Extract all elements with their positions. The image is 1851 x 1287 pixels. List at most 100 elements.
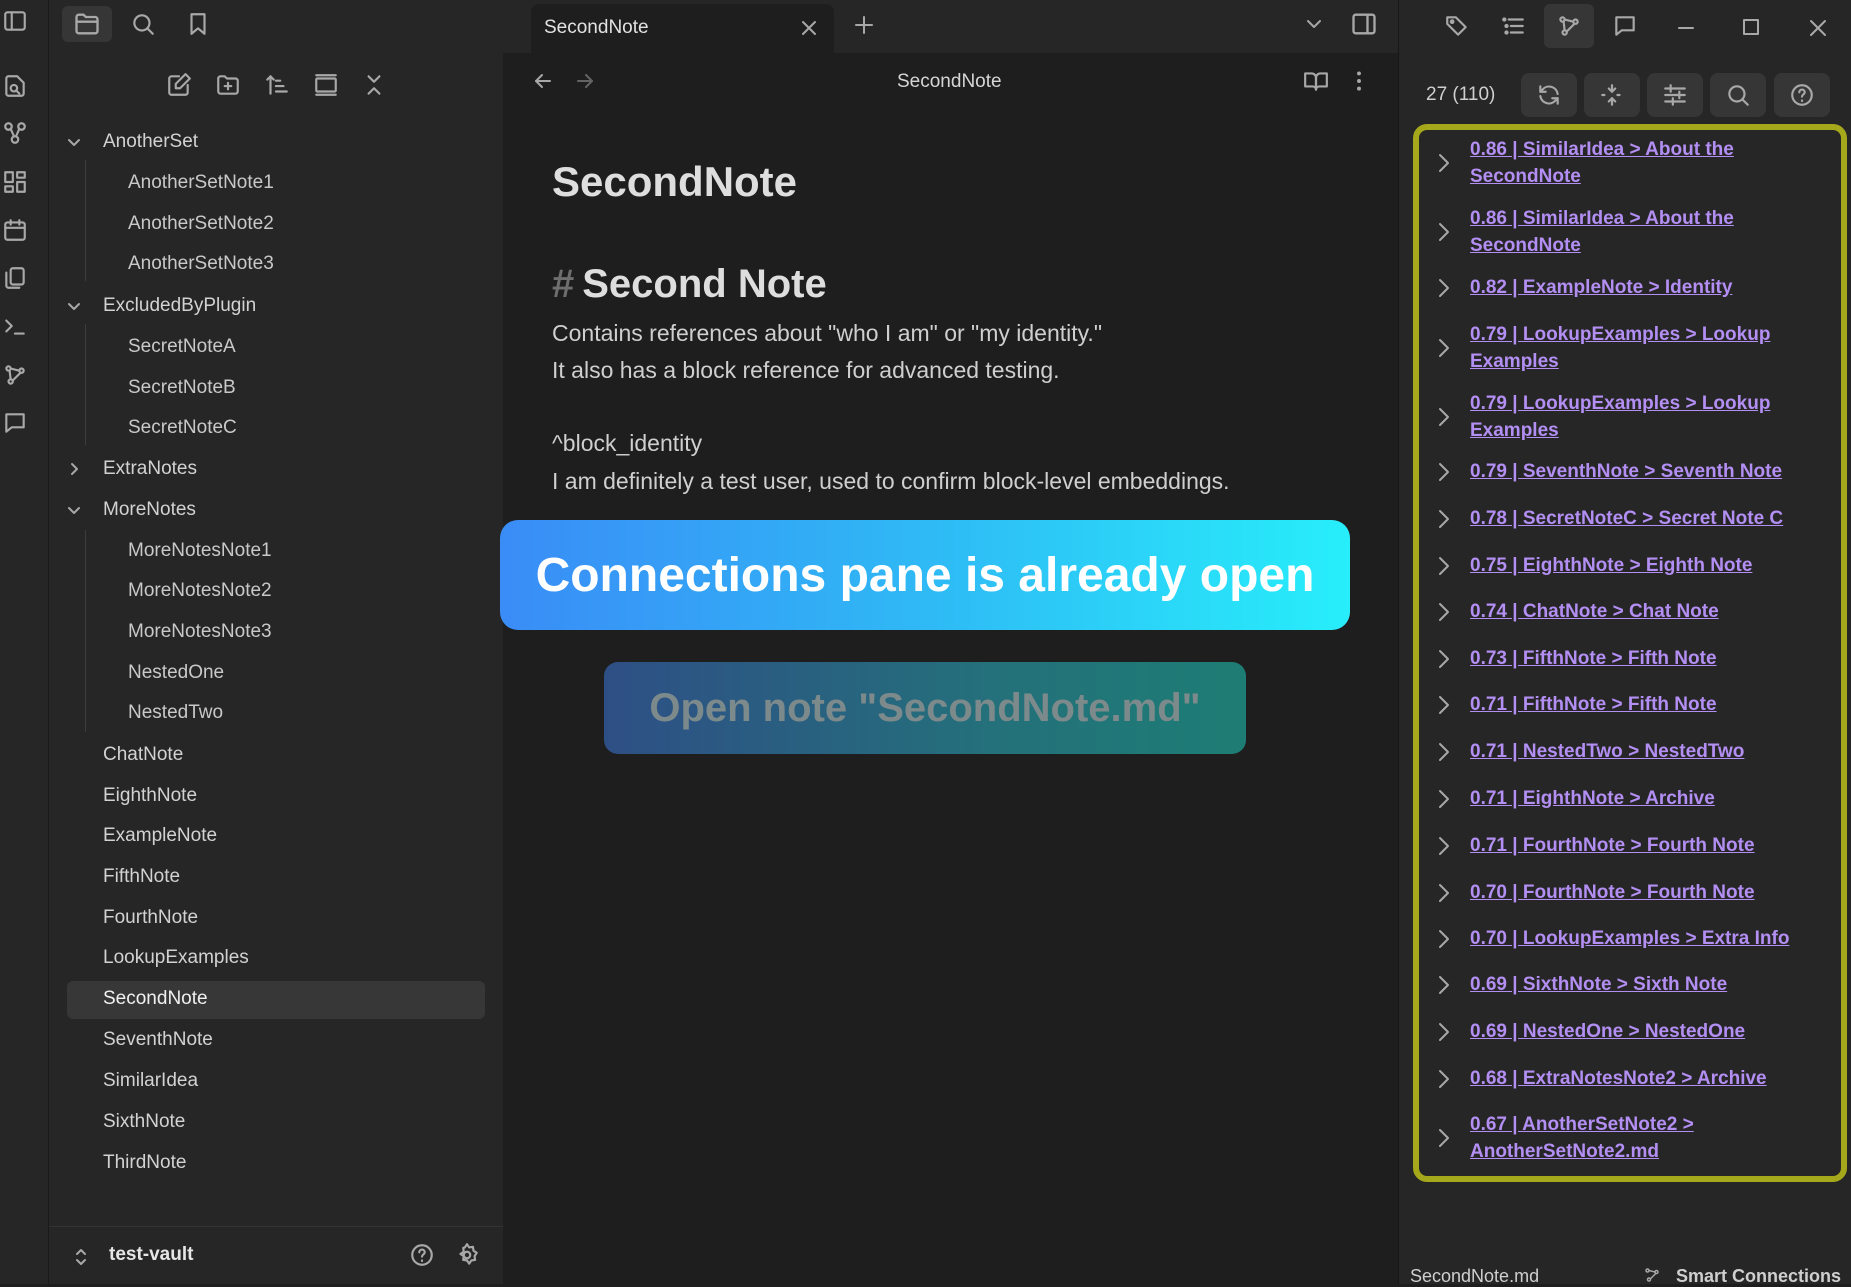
tab-smart-connections[interactable] [1544, 4, 1594, 48]
search-tab[interactable] [118, 6, 168, 42]
connection-link[interactable]: 0.70 | LookupExamples > Extra Info [1470, 925, 1810, 952]
close-tab-icon[interactable] [799, 18, 819, 38]
chevron-right-icon[interactable] [1435, 337, 1453, 359]
smart-connections-icon[interactable] [2, 362, 28, 388]
connection-link[interactable]: 0.74 | ChatNote > Chat Note [1470, 598, 1810, 625]
open-quick-switcher-icon[interactable] [2, 73, 28, 99]
more-options-icon[interactable] [1346, 68, 1372, 94]
connection-result[interactable]: 0.69 | SixthNote > Sixth Note [1415, 971, 1830, 1001]
connection-link[interactable]: 0.69 | SixthNote > Sixth Note [1470, 971, 1810, 998]
connection-result[interactable]: 0.70 | FourthNote > Fourth Note [1415, 879, 1830, 909]
tree-file[interactable]: SimilarIdea [103, 1063, 198, 1099]
connection-link[interactable]: 0.70 | FourthNote > Fourth Note [1470, 879, 1810, 906]
tree-file-active[interactable]: SecondNote [103, 981, 208, 1017]
vault-name[interactable]: test-vault [109, 1244, 193, 1266]
vault-switcher-icon[interactable] [73, 1247, 89, 1267]
connection-link[interactable]: 0.75 | EighthNote > Eighth Note [1470, 552, 1810, 579]
new-note-button[interactable] [162, 68, 196, 102]
connection-link[interactable]: 0.79 | LookupExamples > Lookup Examples [1470, 321, 1810, 375]
connection-result[interactable]: 0.71 | NestedTwo > NestedTwo [1415, 738, 1830, 768]
chevron-right-icon[interactable] [1435, 406, 1453, 428]
close-window-icon[interactable] [1808, 18, 1828, 38]
tree-file[interactable]: SixthNote [103, 1104, 185, 1140]
auto-reveal-button[interactable] [309, 68, 343, 102]
settings-gear-icon[interactable] [454, 1242, 480, 1268]
connection-link[interactable]: 0.86 | SimilarIdea > About the SecondNot… [1470, 205, 1810, 259]
chevron-right-icon[interactable] [1435, 1068, 1453, 1090]
connections-search-button[interactable] [1710, 73, 1766, 117]
tab-chat[interactable] [1600, 4, 1650, 48]
connection-result[interactable]: 0.71 | FourthNote > Fourth Note [1415, 832, 1830, 862]
connection-link[interactable]: 0.68 | ExtraNotesNote2 > Archive [1470, 1065, 1810, 1092]
connections-help-button[interactable] [1774, 73, 1830, 117]
canvas-icon[interactable] [2, 169, 28, 195]
tab-outline[interactable] [1488, 4, 1538, 48]
back-arrow-icon[interactable] [531, 69, 555, 93]
files-tab[interactable] [62, 6, 112, 42]
new-folder-button[interactable] [211, 68, 245, 102]
tree-file[interactable]: ThirdNote [103, 1145, 186, 1181]
maximize-window-icon[interactable] [1742, 18, 1760, 36]
tab-secondnote[interactable]: SecondNote [531, 4, 834, 53]
note-line[interactable]: It also has a block reference for advanc… [552, 357, 1060, 384]
graph-view-icon[interactable] [2, 120, 28, 146]
connection-link[interactable]: 0.71 | FifthNote > Fifth Note [1470, 691, 1810, 718]
tree-file[interactable]: NestedOne [128, 655, 224, 691]
connection-result[interactable]: 0.74 | ChatNote > Chat Note [1415, 598, 1830, 628]
refresh-button[interactable] [1521, 73, 1577, 117]
tree-folder-anotherset[interactable]: AnotherSet [66, 124, 486, 160]
note-line[interactable]: Contains references about "who I am" or … [552, 320, 1102, 347]
chevron-right-icon[interactable] [1435, 508, 1453, 530]
minimize-window-icon[interactable] [1676, 16, 1696, 36]
collapse-all-button[interactable] [357, 68, 391, 102]
tree-file[interactable]: FourthNote [103, 900, 198, 936]
reading-view-icon[interactable] [1303, 68, 1329, 94]
connection-result[interactable]: 0.73 | FifthNote > Fifth Note [1415, 645, 1830, 675]
connection-result[interactable]: 0.82 | ExampleNote > Identity [1415, 274, 1830, 304]
view-header-title[interactable]: SecondNote [897, 71, 1002, 93]
forward-arrow-icon[interactable] [573, 69, 597, 93]
connection-link[interactable]: 0.71 | NestedTwo > NestedTwo [1470, 738, 1810, 765]
templates-icon[interactable] [2, 265, 28, 291]
chevron-right-icon[interactable] [1435, 461, 1453, 483]
daily-note-icon[interactable] [2, 217, 28, 243]
chevron-right-icon[interactable] [1435, 601, 1453, 623]
connection-link[interactable]: 0.71 | FourthNote > Fourth Note [1470, 832, 1810, 859]
connection-result[interactable]: 0.79 | LookupExamples > Lookup Examples [1415, 390, 1830, 446]
connection-result[interactable]: 0.79 | LookupExamples > Lookup Examples [1415, 321, 1830, 377]
tree-folder-excludedbyplugin[interactable]: ExcludedByPlugin [66, 288, 486, 324]
tree-file[interactable]: AnotherSetNote3 [128, 246, 274, 282]
chevron-right-icon[interactable] [1435, 882, 1453, 904]
connection-result[interactable]: 0.68 | ExtraNotesNote2 > Archive [1415, 1065, 1830, 1095]
tree-file[interactable]: FifthNote [103, 859, 180, 895]
connection-link[interactable]: 0.71 | EighthNote > Archive [1470, 785, 1810, 812]
sort-button[interactable] [260, 68, 294, 102]
connection-result[interactable]: 0.78 | SecretNoteC > Secret Note C [1415, 505, 1830, 535]
tree-file[interactable]: MoreNotesNote3 [128, 614, 272, 650]
tree-file[interactable]: LookupExamples [103, 940, 249, 976]
chevron-right-icon[interactable] [1435, 835, 1453, 857]
tree-file[interactable]: EighthNote [103, 778, 197, 814]
connection-result[interactable]: 0.86 | SimilarIdea > About the SecondNot… [1415, 205, 1830, 261]
tab-tags[interactable] [1432, 4, 1482, 48]
command-palette-icon[interactable] [2, 313, 28, 339]
connection-link[interactable]: 0.79 | SeventhNote > Seventh Note [1470, 458, 1810, 485]
open-note-button[interactable]: Open note "SecondNote.md" [604, 662, 1246, 754]
connection-link[interactable]: 0.67 | AnotherSetNote2 > AnotherSetNote2… [1470, 1111, 1810, 1165]
fold-toggle-button[interactable] [1584, 73, 1640, 117]
tree-file[interactable]: AnotherSetNote2 [128, 206, 274, 242]
inline-title[interactable]: SecondNote [552, 158, 797, 206]
connection-link[interactable]: 0.73 | FifthNote > Fifth Note [1470, 645, 1810, 672]
connection-result[interactable]: 0.71 | FifthNote > Fifth Note [1415, 691, 1830, 721]
chevron-right-icon[interactable] [1435, 928, 1453, 950]
tree-file[interactable]: MoreNotesNote2 [128, 573, 272, 609]
chevron-right-icon[interactable] [1435, 152, 1453, 174]
tab-list-chevron-down-icon[interactable] [1304, 14, 1324, 34]
tree-file[interactable]: SecretNoteB [128, 370, 236, 406]
connection-link[interactable]: 0.69 | NestedOne > NestedOne [1470, 1018, 1810, 1045]
chevron-right-icon[interactable] [1435, 1127, 1453, 1149]
toggle-left-sidebar-icon[interactable] [2, 8, 28, 34]
tree-file[interactable]: AnotherSetNote1 [128, 165, 274, 201]
connection-link[interactable]: 0.78 | SecretNoteC > Secret Note C [1470, 505, 1810, 532]
connections-settings-button[interactable] [1647, 73, 1703, 117]
